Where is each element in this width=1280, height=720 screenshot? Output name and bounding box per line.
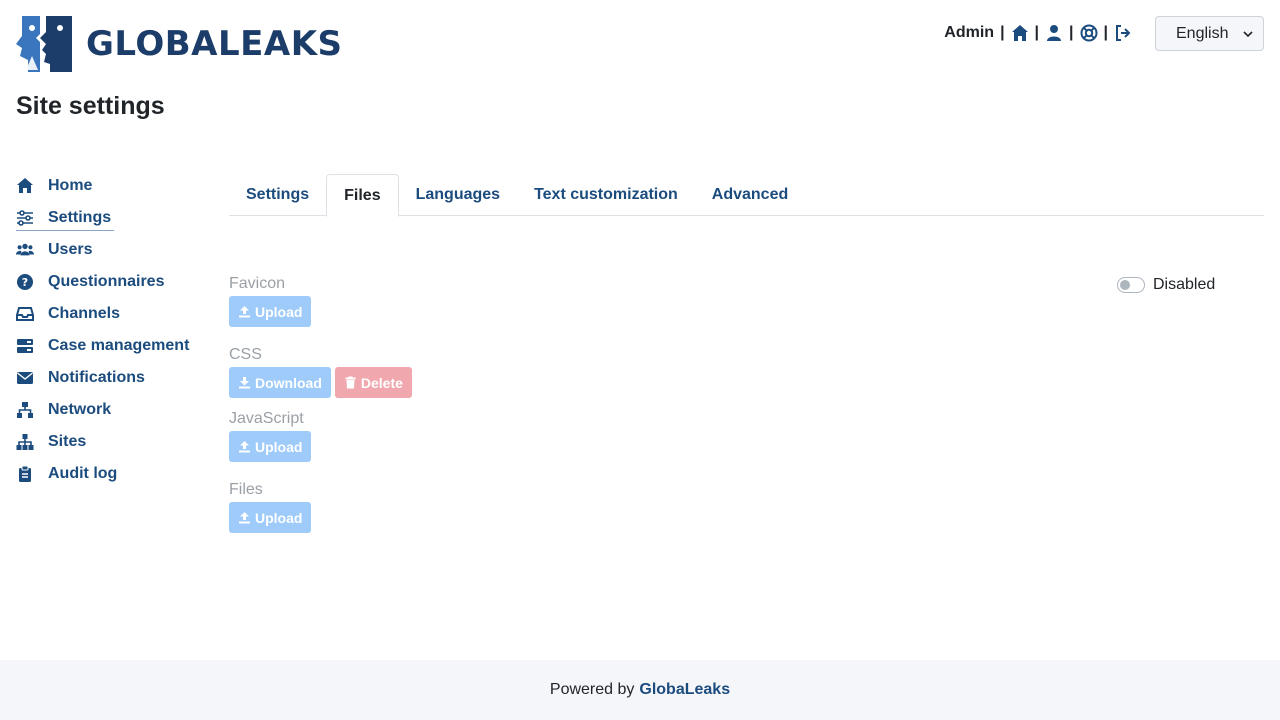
sidebar-item-network[interactable]: Network <box>16 394 216 426</box>
favicon-section: Favicon Upload <box>229 274 1264 327</box>
separator: | <box>1103 24 1108 41</box>
header: GLOBALEAKS Admin | | | | English <box>0 0 1280 80</box>
toggle-label: Disabled <box>1153 276 1216 293</box>
favicon-label: Favicon <box>229 275 286 292</box>
envelope-icon <box>16 369 36 387</box>
tab-advanced[interactable]: Advanced <box>695 174 805 216</box>
users-icon <box>16 241 36 259</box>
logo[interactable]: GLOBALEAKS <box>16 16 343 72</box>
separator: | <box>1000 24 1005 41</box>
files-label: Files <box>229 481 263 498</box>
toggle-knob <box>1120 280 1130 290</box>
javascript-upload-button[interactable]: Upload <box>229 431 312 462</box>
toggle-switch[interactable] <box>1117 277 1145 293</box>
network-icon <box>16 401 36 419</box>
upload-icon <box>239 441 250 453</box>
favicon-upload-button[interactable]: Upload <box>229 296 312 327</box>
files-panel: Favicon Upload CSS Download Delete JavaS… <box>229 274 1264 533</box>
tab-settings[interactable]: Settings <box>229 174 326 216</box>
server-icon <box>16 337 36 355</box>
trash-icon <box>345 376 356 389</box>
css-section: CSS Download Delete <box>229 345 1264 398</box>
sidebar-item-channels[interactable]: Channels <box>16 298 216 330</box>
tab-text-customization[interactable]: Text customization <box>517 174 695 216</box>
javascript-label: JavaScript <box>229 410 304 427</box>
tab-languages[interactable]: Languages <box>399 174 517 216</box>
tab-files[interactable]: Files <box>326 174 399 217</box>
sitemap-icon <box>16 433 36 451</box>
sidebar-item-home[interactable]: Home <box>16 170 216 202</box>
button-label: Download <box>255 374 322 391</box>
download-icon <box>239 377 250 389</box>
sidebar-item-label: Channels <box>48 305 121 322</box>
css-label: CSS <box>229 346 262 363</box>
home-icon[interactable] <box>1011 24 1029 42</box>
sidebar-item-label: Sites <box>48 433 87 450</box>
sidebar-item-label: Network <box>48 401 112 418</box>
globaleaks-logo-icon <box>16 16 72 72</box>
clipboard-icon <box>16 465 36 483</box>
footer: Powered by GlobaLeaks <box>0 660 1280 720</box>
lifebuoy-icon[interactable] <box>1080 24 1098 42</box>
files-section: Files Upload <box>229 480 1264 533</box>
sidebar-item-label: Users <box>48 241 93 258</box>
user-nav: Admin | | | | <box>944 22 1132 44</box>
footer-brand-link[interactable]: GlobaLeaks <box>639 681 730 699</box>
sidebar-item-notifications[interactable]: Notifications <box>16 362 216 394</box>
logo-text: GLOBALEAKS <box>86 24 343 64</box>
user-icon[interactable] <box>1045 24 1063 42</box>
css-download-button[interactable]: Download <box>229 367 331 398</box>
svg-text:?: ? <box>22 276 28 289</box>
css-delete-button[interactable]: Delete <box>334 367 412 398</box>
files-upload-button[interactable]: Upload <box>229 502 312 533</box>
sidebar-item-label: Questionnaires <box>48 273 165 290</box>
sidebar-item-sites[interactable]: Sites <box>16 426 216 458</box>
page-title: Site settings <box>16 92 165 120</box>
question-circle-icon: ? <box>16 273 36 291</box>
button-label: Upload <box>255 509 303 526</box>
button-label: Delete <box>360 374 403 391</box>
inbox-icon <box>16 305 36 323</box>
chevron-down-icon <box>1243 30 1253 37</box>
sidebar-item-label: Notifications <box>48 369 145 386</box>
sliders-icon <box>16 209 36 227</box>
button-label: Upload <box>255 438 303 455</box>
upload-icon <box>239 306 250 318</box>
javascript-section: JavaScript Upload <box>229 409 1264 462</box>
user-name: Admin <box>944 24 995 41</box>
sidebar-item-users[interactable]: Users <box>16 234 216 266</box>
home-icon <box>16 177 36 195</box>
logout-icon[interactable] <box>1114 24 1132 42</box>
footer-prefix: Powered by <box>549 681 635 698</box>
sidebar-item-settings[interactable]: Settings <box>16 202 216 234</box>
sidebar-item-label: Settings <box>48 209 112 226</box>
sidebar-item-audit-log[interactable]: Audit log <box>16 458 216 490</box>
language-select[interactable]: English <box>1155 16 1264 51</box>
sidebar-item-label: Audit log <box>48 465 118 482</box>
sidebar-item-case-management[interactable]: Case management <box>16 330 216 362</box>
sidebar-item-label: Home <box>48 177 93 194</box>
sidebar-item-label: Case management <box>48 337 190 354</box>
separator: | <box>1034 24 1040 41</box>
sidebar-item-questionnaires[interactable]: ? Questionnaires <box>16 266 216 298</box>
button-label: Upload <box>255 303 303 320</box>
settings-tabs: Settings Files Languages Text customizat… <box>229 174 1264 217</box>
favicon-toggle[interactable]: Disabled <box>1117 276 1215 294</box>
upload-icon <box>239 512 250 524</box>
sidebar: Home Settings Users ? Questionnaires Cha… <box>16 170 216 490</box>
language-selected: English <box>1176 24 1229 42</box>
separator: | <box>1069 24 1074 41</box>
